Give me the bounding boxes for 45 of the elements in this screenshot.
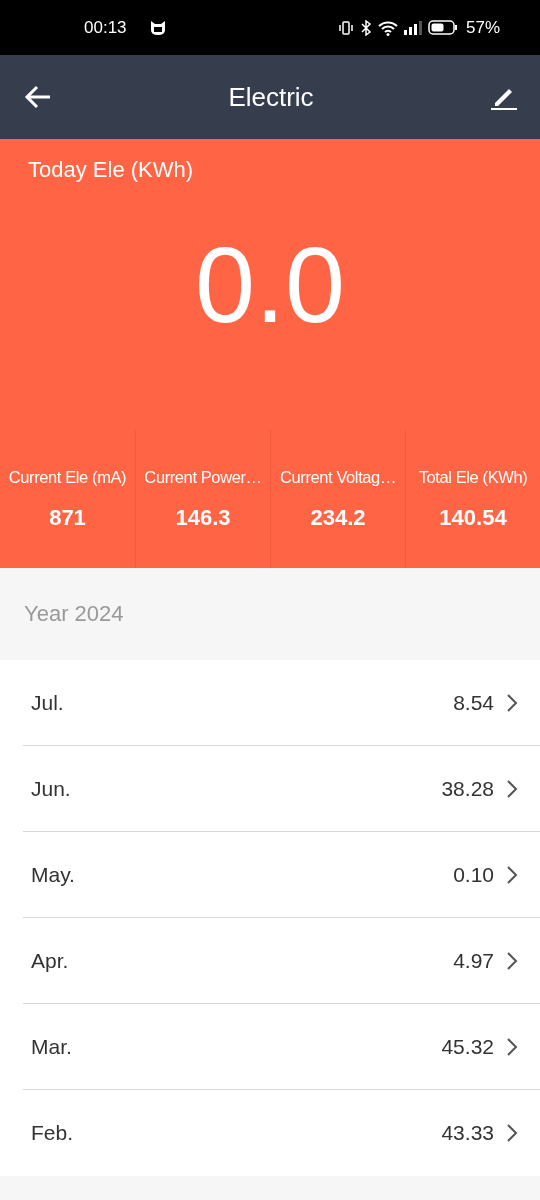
month-name: May.	[31, 862, 76, 887]
month-name: Mar.	[31, 1034, 73, 1059]
signal-icon	[403, 20, 422, 35]
stat-value: 140.54	[439, 504, 507, 531]
stat-label: Current Voltag…	[280, 467, 396, 487]
month-name: Feb.	[31, 1121, 75, 1145]
year-heading: Year 2024	[23, 600, 125, 628]
month-value: 45.32	[441, 1034, 494, 1059]
stat-label: Current Ele (mA)	[8, 467, 127, 487]
chevron-icon	[506, 1123, 518, 1143]
month-name: Apr.	[31, 948, 70, 973]
month-row[interactable]: Apr. 4.97	[23, 918, 540, 1004]
month-row[interactable]: Mar. 45.32	[23, 1004, 540, 1090]
back-icon[interactable]	[24, 85, 52, 109]
today-value: 0.0	[194, 231, 346, 339]
chevron-icon	[506, 778, 518, 799]
chevron-icon	[506, 950, 518, 971]
chevron-icon	[506, 692, 518, 713]
battery-icon	[427, 20, 458, 35]
month-row[interactable]: Feb. 43.33	[23, 1090, 540, 1176]
chevron-icon	[506, 864, 518, 885]
stat-value: 871	[49, 504, 86, 531]
stat-label: Current Power…	[144, 467, 262, 487]
bluetooth-icon	[359, 19, 372, 36]
stat-value: 234.2	[310, 504, 366, 531]
month-name: Jun.	[31, 776, 72, 801]
month-row[interactable]: Jul. 8.54	[23, 660, 540, 746]
month-name: Jul.	[31, 690, 65, 715]
month-value: 8.54	[453, 690, 494, 715]
today-label: Today Ele (KWh)	[28, 157, 194, 183]
stat-label: Total Ele (KWh)	[418, 467, 528, 487]
status-time: 00:13	[84, 17, 127, 38]
cat-face-icon	[148, 18, 167, 37]
month-row[interactable]: Jun. 38.28	[23, 746, 540, 832]
vibrate-icon	[337, 19, 354, 36]
month-row[interactable]: May. 0.10	[23, 832, 540, 918]
wifi-icon	[377, 19, 398, 36]
month-value: 38.28	[441, 776, 494, 801]
month-value: 43.33	[441, 1121, 494, 1145]
month-value: 4.97	[453, 948, 494, 973]
screen-title: Electric	[228, 81, 314, 113]
battery-percent: 57%	[465, 17, 500, 38]
month-value: 0.10	[453, 862, 494, 887]
stat-value: 146.3	[175, 504, 231, 531]
chevron-icon	[506, 1036, 518, 1057]
